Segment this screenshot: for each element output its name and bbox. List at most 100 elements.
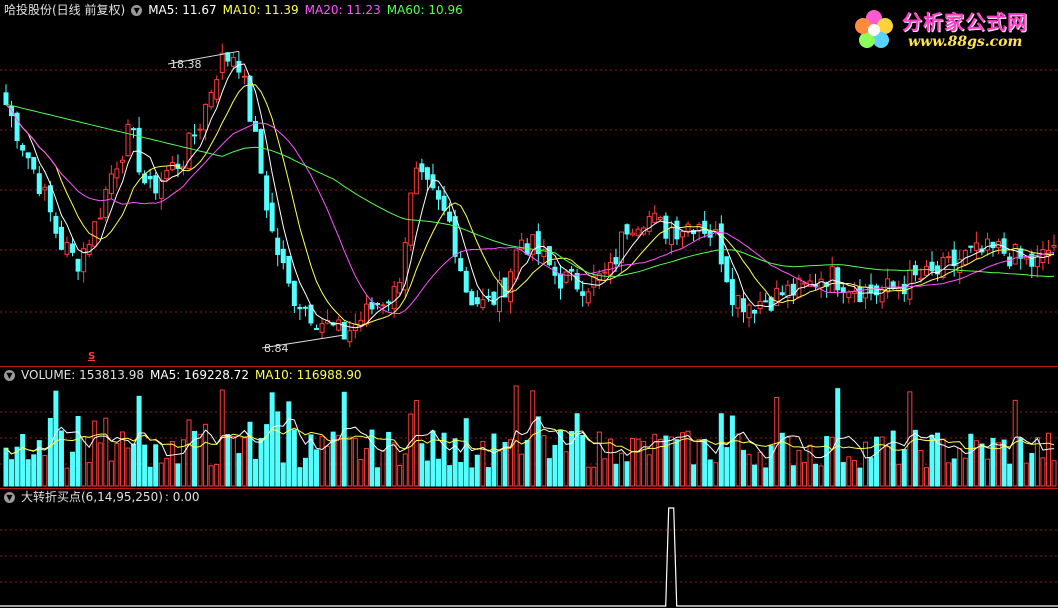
volume-bar — [275, 411, 281, 487]
candle-body — [729, 279, 735, 306]
candle-body — [86, 244, 92, 256]
volume-bar — [1018, 437, 1024, 487]
volume-bar — [25, 459, 31, 487]
candle-body — [291, 280, 297, 306]
volume-bar — [691, 464, 697, 487]
volume-bar — [707, 459, 713, 487]
volume-bar — [602, 458, 608, 487]
candle-body — [652, 212, 658, 223]
candle-body — [119, 159, 125, 163]
candle-body — [818, 278, 824, 289]
volume-bar — [81, 436, 87, 487]
candle-body — [169, 162, 175, 171]
period-high-label: 18.38 — [170, 58, 202, 71]
volume-bar — [591, 466, 597, 487]
volume-bar — [624, 461, 630, 487]
volume-bar — [979, 443, 985, 487]
volume-bar — [236, 453, 242, 487]
chevron-down-icon[interactable]: ▼ — [131, 5, 143, 16]
volume-panel-header: ▼ VOLUME: 153813.98 MA5: 169228.72 MA10: 11… — [4, 367, 368, 383]
candle-body — [380, 304, 386, 307]
volume-bar — [175, 463, 181, 487]
chevron-down-icon[interactable]: ▼ — [4, 370, 15, 381]
chevron-down-icon[interactable]: ▼ — [4, 492, 15, 503]
volume-bar — [336, 434, 342, 487]
volume-readout: VOLUME: 153813.98 — [21, 368, 144, 382]
volume-bar — [164, 457, 170, 487]
volume-bar — [524, 439, 530, 487]
volume-bar — [702, 439, 708, 487]
volume-bar — [752, 464, 758, 487]
volume-bar — [375, 467, 381, 487]
volume-bar — [386, 431, 392, 487]
volume-bar — [447, 465, 453, 487]
ma10-readout: MA10: 11.39 — [222, 3, 299, 17]
volume-bar — [768, 445, 774, 487]
candle-body — [563, 271, 569, 283]
volume-bar — [485, 467, 491, 487]
candle-body — [668, 227, 674, 245]
volume-bar — [618, 452, 624, 487]
candle-body — [363, 303, 369, 325]
volume-bar — [469, 467, 475, 487]
volume-bar — [918, 449, 924, 487]
candle-body — [624, 224, 630, 235]
volume-bar — [818, 465, 824, 487]
candle-body — [269, 202, 275, 232]
candle-body — [574, 272, 580, 290]
volume-bar — [358, 458, 364, 487]
candle-body — [103, 189, 109, 218]
volume-bar — [851, 459, 857, 487]
flower-logo-icon — [855, 10, 893, 48]
candle-body — [973, 242, 979, 251]
volume-bar — [380, 450, 386, 487]
candle-body — [314, 328, 320, 331]
volume-bar — [1023, 462, 1029, 487]
candle-body — [569, 268, 575, 272]
indicator-panel-header: ▼ 大转折买点(6,14,95,250): 0.00 — [4, 489, 205, 505]
volume-bar — [1029, 453, 1035, 487]
volume-bar — [142, 444, 148, 487]
volume-bar — [984, 458, 990, 487]
volume-bar — [530, 390, 536, 487]
volume-bar — [47, 417, 53, 487]
volume-bar — [679, 432, 685, 487]
volume-bar — [297, 467, 303, 487]
volume-ma10-readout: MA10: 116988.90 — [254, 368, 362, 382]
candle-body — [230, 57, 236, 67]
volume-bar — [408, 413, 414, 487]
volume-bar — [3, 447, 9, 487]
ma5-readout: MA5: 11.67 — [148, 3, 217, 17]
ma60-readout: MA60: 10.96 — [386, 3, 463, 17]
stock-chart[interactable] — [0, 0, 1058, 608]
volume-bar — [796, 449, 802, 487]
volume-bar — [458, 461, 464, 487]
logo-name: 分析家公式网 — [902, 10, 1028, 34]
candle-body — [557, 273, 563, 289]
volume-bar — [569, 430, 575, 487]
volume-bar — [131, 443, 137, 487]
volume-bar — [813, 463, 819, 487]
volume-bar — [713, 462, 719, 487]
volume-bar — [158, 462, 164, 487]
candle-body — [1007, 256, 1013, 267]
candle-body — [53, 216, 59, 234]
candle-body — [901, 283, 907, 295]
volume-bar — [774, 397, 780, 487]
candle-body — [613, 257, 619, 265]
volume-bar — [53, 390, 59, 487]
volume-bar — [585, 466, 591, 487]
volume-bar — [314, 449, 320, 487]
volume-bar — [70, 451, 76, 487]
candle-body — [513, 249, 519, 280]
candle-body — [679, 231, 685, 238]
candle-body — [125, 123, 131, 157]
candle-body — [147, 175, 153, 180]
volume-bar — [896, 463, 902, 487]
candle-body — [419, 163, 425, 173]
volume-bar — [835, 388, 841, 487]
candle-body — [58, 226, 64, 250]
volume-bar — [42, 455, 48, 487]
candle-body — [469, 291, 475, 306]
sell-marker: S — [88, 351, 96, 362]
